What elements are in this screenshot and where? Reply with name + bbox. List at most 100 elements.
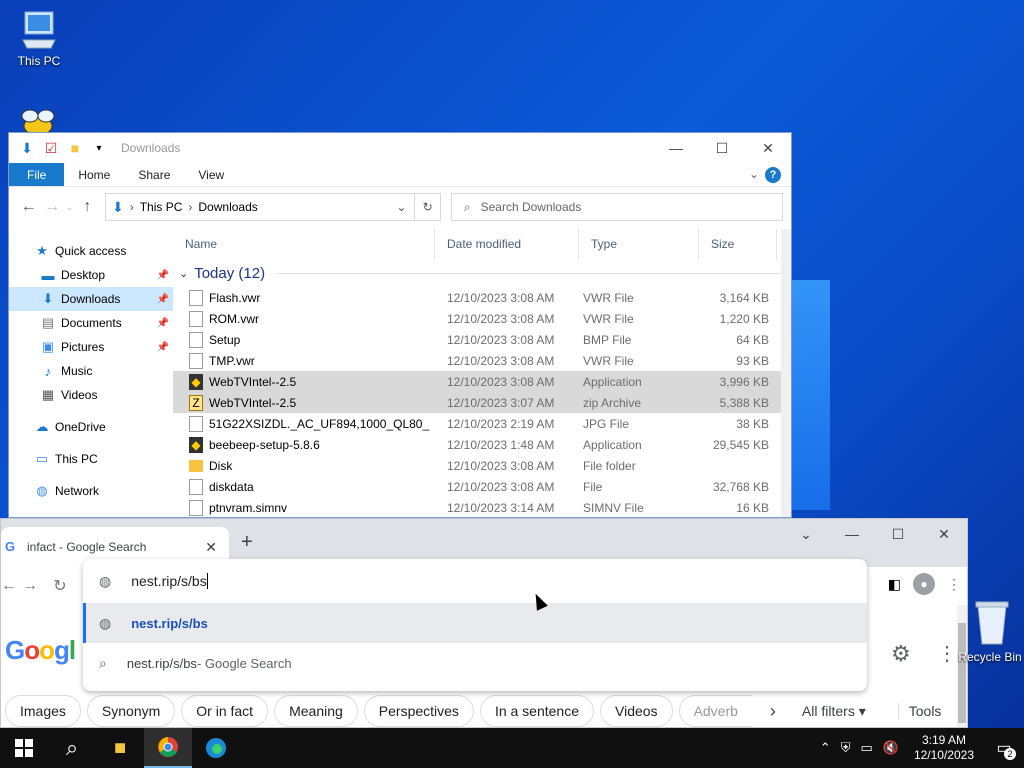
chevron-up-icon[interactable]: ⌃ <box>820 740 831 756</box>
tab-share[interactable]: Share <box>124 163 184 186</box>
column-date-modified[interactable]: Date modified <box>435 229 579 259</box>
nav-downloads[interactable]: ⬇ Downloads 📌 <box>9 287 173 311</box>
refresh-button[interactable]: ↻ <box>415 193 441 221</box>
chip-images[interactable]: Images <box>5 695 81 727</box>
all-filters-button[interactable]: All filters ▾ <box>802 703 866 720</box>
table-row[interactable]: ROM.vwr 12/10/2023 3:08 AM VWR File 1,220 K… <box>173 308 791 329</box>
chip-in-a-sentence[interactable]: In a sentence <box>479 695 594 727</box>
tools-button[interactable]: Tools <box>897 703 941 719</box>
settings-gear-icon[interactable]: ⚙ <box>891 641 911 667</box>
file-explorer-window[interactable]: ⬇ ☑ ■ ▾ Downloads — ☐ ✕ File Home Share … <box>8 132 792 518</box>
qa-dropdown-icon[interactable]: ▾ <box>89 138 109 158</box>
beebeep-desktop-icon[interactable] <box>14 108 62 136</box>
nav-onedrive[interactable]: ☁ OneDrive <box>9 415 173 439</box>
search-input[interactable]: ⌕ Search Downloads <box>450 193 783 221</box>
maximize-button[interactable]: ☐ <box>699 133 745 163</box>
google-logo[interactable]: Googl <box>5 635 76 666</box>
nav-videos[interactable]: ▦ Videos <box>9 383 173 407</box>
globe-icon: ◍ <box>99 572 112 589</box>
start-button[interactable] <box>0 728 48 768</box>
back-button[interactable]: ← <box>1 577 17 595</box>
profile-avatar-icon[interactable]: ● <box>913 573 935 595</box>
table-row[interactable]: ◆ beebeep-setup-5.8.6 12/10/2023 1:48 AM Ap… <box>173 434 791 455</box>
chip-or-in-fact[interactable]: Or in fact <box>181 695 269 727</box>
omnibox-input[interactable]: ◍ nest.rip/s/bs <box>83 559 867 603</box>
nav-music[interactable]: ♪ Music <box>9 359 173 383</box>
forward-button[interactable]: → <box>15 577 45 595</box>
chip-adverb[interactable]: Adverb <box>678 695 752 727</box>
tab-search-icon[interactable]: ⌄ <box>783 519 829 549</box>
chip-videos[interactable]: Videos <box>600 695 673 727</box>
properties-icon[interactable]: ☑ <box>41 138 61 158</box>
breadcrumb-this-pc[interactable]: This PC <box>140 200 183 214</box>
chip-perspectives[interactable]: Perspectives <box>363 695 474 727</box>
nav-quick-access[interactable]: ★ Quick access <box>9 239 173 263</box>
side-panel-icon[interactable]: ◧ <box>888 576 901 593</box>
tab-file[interactable]: File <box>9 163 65 186</box>
chevron-right-icon[interactable]: › <box>770 701 776 722</box>
breadcrumb-downloads[interactable]: Downloads <box>198 200 257 214</box>
nav-documents[interactable]: ▤ Documents 📌 <box>9 311 173 335</box>
tab-view[interactable]: View <box>184 163 238 186</box>
maximize-button[interactable]: ☐ <box>875 519 921 549</box>
notification-button[interactable]: ▭ 2 <box>984 728 1024 768</box>
table-row[interactable]: TMP.vwr 12/10/2023 3:08 AM VWR File 93 KB <box>173 350 791 371</box>
nav-this-pc[interactable]: ▭ This PC <box>9 447 173 471</box>
close-tab-icon[interactable]: ✕ <box>205 539 217 556</box>
nav-network[interactable]: ◍ Network <box>9 479 173 503</box>
desktop-icon-recycle-bin[interactable]: Recycle Bin <box>958 600 1024 664</box>
pin-icon[interactable]: 📌 <box>157 270 169 281</box>
close-button[interactable]: ✕ <box>921 519 967 549</box>
volume-muted-icon[interactable]: 🔇 <box>883 740 899 756</box>
menu-kebab-icon[interactable]: ⋮ <box>947 576 961 593</box>
nav-desktop[interactable]: ▬ Desktop 📌 <box>9 263 173 287</box>
table-row[interactable]: ptnvram.simnv 12/10/2023 3:14 AM SIMNV Fil… <box>173 497 791 517</box>
search-taskbar-button[interactable]: ⌕ <box>48 728 96 768</box>
reload-button[interactable]: ↻ <box>45 576 75 596</box>
desktop-icon-this-pc[interactable]: This PC <box>4 10 74 68</box>
chip-meaning[interactable]: Meaning <box>274 695 358 727</box>
security-icon[interactable]: ⛨ <box>841 740 851 756</box>
back-button[interactable]: ← <box>17 198 40 216</box>
table-row[interactable]: Setup 12/10/2023 3:08 AM BMP File 64 KB <box>173 329 791 350</box>
chevron-down-icon[interactable]: ⌄ <box>396 200 406 214</box>
table-row[interactable]: Z WebTVIntel--2.5 12/10/2023 3:07 AM zip Ar… <box>173 392 791 413</box>
taskbar-edge[interactable] <box>192 728 240 768</box>
pin-icon[interactable]: 📌 <box>157 342 169 353</box>
suggestion-search[interactable]: ⌕ nest.rip/s/bs - Google Search <box>83 643 867 683</box>
close-button[interactable]: ✕ <box>745 133 791 163</box>
chip-synonym[interactable]: Synonym <box>86 695 176 727</box>
table-row[interactable]: Disk 12/10/2023 3:08 AM File folder <box>173 455 791 476</box>
taskbar-file-explorer[interactable]: ■ <box>96 728 144 768</box>
clock[interactable]: 3:19 AM 12/10/2023 <box>914 733 974 763</box>
pin-icon[interactable]: 📌 <box>157 294 169 305</box>
column-name[interactable]: Name <box>173 229 435 259</box>
table-row[interactable]: 51G22XSIZDL._AC_UF894,1000_QL80_ 12/10/20… <box>173 413 791 434</box>
up-button[interactable]: ↑ <box>76 198 99 216</box>
file-size: 93 KB <box>736 353 769 368</box>
forward-button[interactable]: → <box>40 198 63 216</box>
address-bar[interactable]: ⬇ › This PC › Downloads ⌄ <box>104 193 416 221</box>
pin-icon[interactable]: 📌 <box>157 318 169 329</box>
suggestion-url[interactable]: ◍ nest.rip/s/bs <box>83 603 867 643</box>
table-row[interactable]: ◆ WebTVIntel--2.5 12/10/2023 3:08 AM Applic… <box>173 371 791 392</box>
chrome-window[interactable]: G infact - Google Search ✕ + ⌄ — ☐ ✕ ← →… <box>0 518 968 728</box>
taskbar-chrome[interactable] <box>144 728 192 768</box>
nav-pictures[interactable]: ▣ Pictures 📌 <box>9 335 173 359</box>
minimize-button[interactable]: — <box>653 133 699 163</box>
new-folder-icon[interactable]: ■ <box>65 138 85 158</box>
recent-locations-icon[interactable]: ⌄ <box>64 202 76 213</box>
help-icon[interactable]: ? <box>765 167 781 183</box>
new-tab-button[interactable]: + <box>241 531 253 554</box>
table-row[interactable]: Flash.vwr 12/10/2023 3:08 AM VWR File 3,164… <box>173 287 791 308</box>
network-icon[interactable]: ▭ <box>860 740 872 756</box>
minimize-button[interactable]: — <box>829 519 875 549</box>
explorer-titlebar[interactable]: ⬇ ☑ ■ ▾ Downloads — ☐ ✕ <box>9 133 791 163</box>
group-header-today[interactable]: ⌄ Today (12) <box>173 259 791 287</box>
column-size[interactable]: Size <box>699 229 777 259</box>
table-row[interactable]: diskdata 12/10/2023 3:08 AM File 32,768 KB <box>173 476 791 497</box>
ribbon-expand-icon[interactable]: ⌄ <box>749 167 759 186</box>
scrollbar[interactable] <box>781 229 791 517</box>
column-type[interactable]: Type <box>579 229 699 259</box>
tab-home[interactable]: Home <box>64 163 124 186</box>
